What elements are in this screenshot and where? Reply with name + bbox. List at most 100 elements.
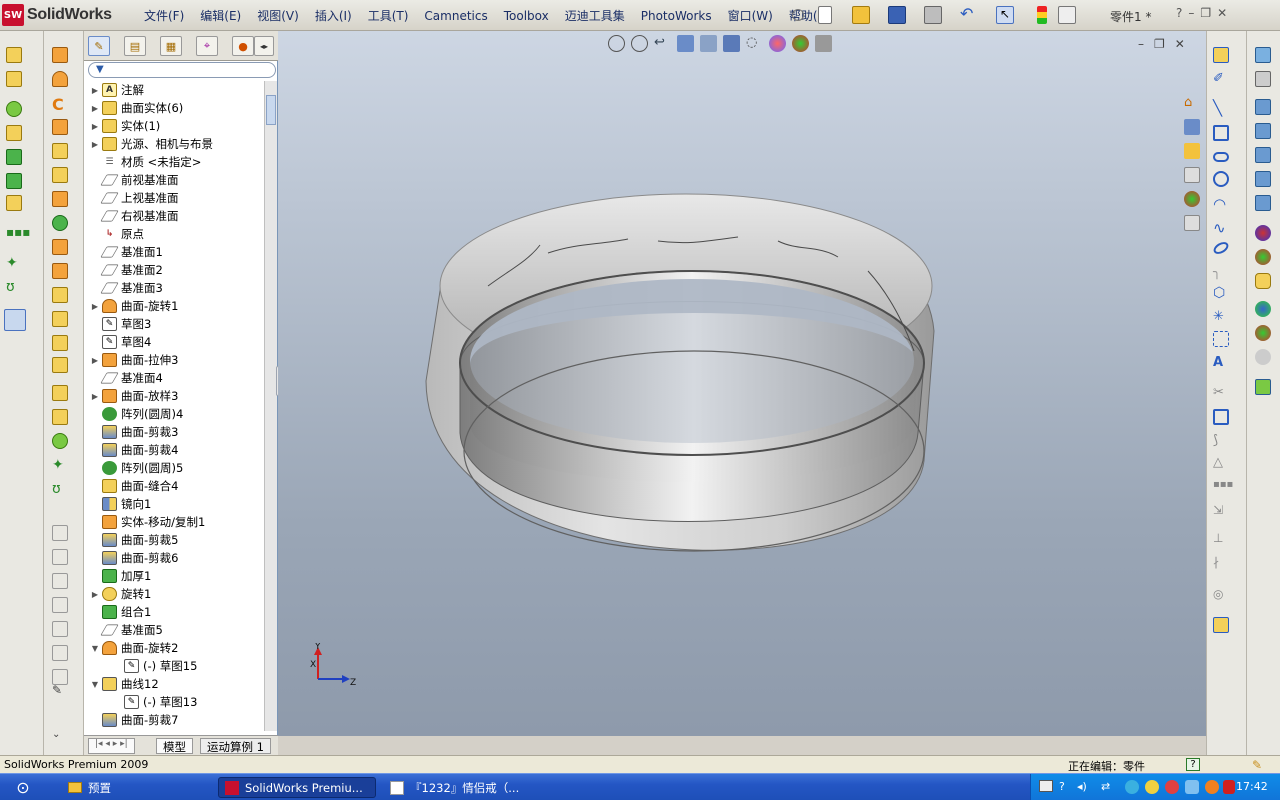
text-sketch-icon[interactable]: A bbox=[1213, 355, 1229, 371]
pin-icon[interactable] bbox=[792, 9, 804, 21]
spline-icon[interactable]: ∿ bbox=[1213, 219, 1229, 237]
collapse-arrow-icon[interactable]: ▼ bbox=[90, 644, 100, 653]
tree-item[interactable]: 曲面-剪裁5 bbox=[90, 531, 178, 549]
swept-boss-icon[interactable] bbox=[6, 149, 22, 165]
options-icon[interactable] bbox=[1058, 6, 1076, 24]
ref-geometry-icon-2[interactable]: ✦ bbox=[52, 457, 68, 473]
render-last-icon[interactable] bbox=[1255, 123, 1271, 139]
revolved-boss-icon[interactable] bbox=[6, 125, 22, 141]
camera-render-icon[interactable] bbox=[1255, 325, 1271, 341]
close-icon[interactable]: ✕ bbox=[1217, 6, 1227, 20]
tree-item[interactable]: 阵列(圆周)4 bbox=[90, 405, 183, 423]
tree-item[interactable]: ☰ 材质 <未指定> bbox=[90, 153, 201, 171]
tree-item[interactable]: 曲面-缝合4 bbox=[90, 477, 178, 495]
restore-icon[interactable]: ❐ bbox=[1200, 6, 1211, 20]
appearances-icon[interactable] bbox=[1184, 191, 1200, 207]
tree-item[interactable]: ▶ 曲面-放样3 bbox=[90, 387, 178, 405]
tree-item[interactable]: 基准面3 bbox=[90, 279, 163, 297]
trim-surface-icon[interactable] bbox=[52, 287, 68, 303]
mirror-entities-icon[interactable]: △ bbox=[1213, 455, 1229, 471]
tree-item[interactable]: 曲面-剪裁7 bbox=[90, 711, 178, 729]
tree-item[interactable]: ✎ (-) 草图15 bbox=[112, 657, 197, 675]
tree-item[interactable]: ▶ 曲面-拉伸3 bbox=[90, 351, 178, 369]
tray-qq-icon[interactable] bbox=[1145, 780, 1159, 794]
surface-sweep-tool-icon[interactable]: C bbox=[52, 95, 68, 114]
filled-surface-icon[interactable] bbox=[52, 167, 68, 183]
render-options-icon[interactable] bbox=[1255, 171, 1271, 187]
tray-help-icon[interactable]: ? bbox=[1059, 780, 1065, 793]
tray-volume-icon[interactable]: ◂) bbox=[1077, 780, 1087, 793]
instant3d-icon[interactable] bbox=[4, 309, 26, 331]
tab-scroll-arrows[interactable]: ◂▸ bbox=[254, 36, 274, 56]
arc-icon[interactable]: ◠ bbox=[1213, 195, 1229, 213]
scrollbar-thumb[interactable] bbox=[266, 95, 276, 125]
select-arrow-icon[interactable]: ↖ bbox=[996, 6, 1014, 24]
scene-render-icon[interactable] bbox=[1255, 249, 1271, 265]
tab-propertymanager[interactable]: ▤ bbox=[124, 36, 146, 56]
tree-item[interactable]: 曲面-剪裁3 bbox=[90, 423, 178, 441]
tray-network-icon[interactable]: ⇄ bbox=[1101, 780, 1110, 793]
planar-surface-icon[interactable] bbox=[52, 191, 68, 207]
point-icon[interactable]: ✳ bbox=[1213, 309, 1229, 325]
tree-item[interactable]: ▶ 曲面-旋转1 bbox=[90, 297, 178, 315]
status-help-icon[interactable]: ? bbox=[1186, 758, 1200, 771]
extruded-boss-icon[interactable] bbox=[6, 101, 22, 117]
slot-icon[interactable] bbox=[1213, 152, 1229, 162]
help-icon[interactable]: ? bbox=[1176, 6, 1182, 20]
expand-arrow-icon[interactable]: ▶ bbox=[90, 302, 100, 311]
menu-edit[interactable]: 编辑(E) bbox=[192, 7, 249, 24]
display-relations-icon[interactable]: ⊥ bbox=[1213, 531, 1229, 547]
offset-surface-icon[interactable] bbox=[52, 215, 68, 231]
dimension-icon[interactable]: ✐ bbox=[1213, 71, 1229, 87]
sketch-tool-icon[interactable] bbox=[6, 47, 22, 63]
tree-item[interactable]: 曲面-剪裁6 bbox=[90, 549, 178, 567]
convert-entities-icon[interactable] bbox=[1213, 409, 1229, 425]
trim-entities-icon[interactable]: ✂ bbox=[1213, 385, 1229, 401]
tree-item[interactable]: 上视基准面 bbox=[90, 189, 179, 207]
material-render-icon[interactable] bbox=[1255, 195, 1271, 211]
save-icon[interactable] bbox=[888, 6, 906, 24]
expand-arrow-icon[interactable]: ▶ bbox=[90, 392, 100, 401]
thicken-tool-icon[interactable] bbox=[52, 357, 68, 373]
render-settings-icon[interactable] bbox=[1255, 379, 1271, 395]
view-front-icon[interactable] bbox=[52, 525, 68, 541]
delete-face-icon[interactable] bbox=[52, 433, 68, 449]
taskbar-item-preset[interactable]: 预置 bbox=[62, 777, 117, 798]
fillet-surface-icon[interactable] bbox=[52, 385, 68, 401]
sketch-icon[interactable] bbox=[1213, 47, 1229, 63]
tray-messenger-icon[interactable] bbox=[1125, 780, 1139, 794]
nav-arrows[interactable]: |◂ ◂ ▸ ▸| bbox=[88, 738, 135, 754]
reference-geometry-icon[interactable]: ✦ bbox=[6, 255, 22, 271]
tree-item[interactable]: ▶ 曲面实体(6) bbox=[90, 99, 183, 117]
tree-item[interactable]: ▶ 光源、相机与布景 bbox=[90, 135, 213, 153]
render-to-file-icon[interactable] bbox=[1255, 147, 1271, 163]
expand-arrow-icon[interactable]: ▶ bbox=[90, 104, 100, 113]
tree-item[interactable]: ✎ 草图4 bbox=[90, 333, 151, 351]
extend-surface-icon[interactable] bbox=[52, 263, 68, 279]
tree-item[interactable]: ↳ 原点 bbox=[90, 225, 144, 243]
tree-item[interactable]: 组合1 bbox=[90, 603, 151, 621]
surface-revolve-tool-icon[interactable] bbox=[52, 71, 68, 87]
boundary-surface-icon[interactable] bbox=[52, 143, 68, 159]
tree-item[interactable]: 前视基准面 bbox=[90, 171, 179, 189]
feature-tree-filter[interactable]: ▼ bbox=[88, 62, 276, 78]
render-region-icon[interactable] bbox=[1255, 99, 1271, 115]
menu-file[interactable]: 文件(F) bbox=[136, 7, 192, 24]
expand-arrow-icon[interactable]: ▶ bbox=[90, 86, 100, 95]
tab-dimxpert[interactable]: ⌖ bbox=[196, 36, 218, 56]
menu-toolbox[interactable]: Toolbox bbox=[496, 9, 557, 23]
photoworks-render-icon[interactable] bbox=[1255, 47, 1271, 63]
circle-icon[interactable] bbox=[1213, 171, 1229, 187]
tab-model[interactable]: 模型 bbox=[156, 738, 193, 754]
tray-firefox-icon[interactable] bbox=[1205, 780, 1219, 794]
expand-arrow-icon[interactable]: ▶ bbox=[90, 590, 100, 599]
sketch-pattern-icon[interactable]: ▪▪▪ bbox=[1213, 479, 1233, 495]
ring-3d-model[interactable] bbox=[278, 31, 1206, 736]
tray-keyboard-icon[interactable] bbox=[1039, 780, 1053, 792]
menu-window[interactable]: 窗口(W) bbox=[720, 7, 781, 24]
expand-arrow-icon[interactable]: ▶ bbox=[90, 122, 100, 131]
knit-surface-icon[interactable] bbox=[52, 335, 68, 351]
feature-tree-scrollbar[interactable] bbox=[264, 81, 277, 731]
smart-dimension-icon[interactable] bbox=[6, 71, 22, 87]
move-entities-icon[interactable]: ⇲ bbox=[1213, 503, 1229, 519]
